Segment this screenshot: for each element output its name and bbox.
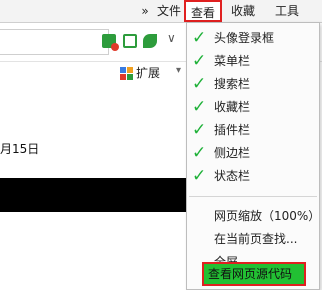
extensions-icon [120, 66, 134, 81]
check-icon: ✓ [192, 74, 207, 94]
menu-item-searchbar[interactable]: ✓ 搜索栏 [187, 73, 319, 95]
chevron-down-icon[interactable]: ∨ [167, 31, 176, 45]
page-banner [0, 178, 194, 212]
menu-item-label: 菜单栏 [214, 54, 251, 68]
menu-item-label: 状态栏 [214, 169, 251, 183]
menu-item-zoom[interactable]: 网页缩放（100%） [187, 205, 321, 227]
page-date-text: 月15日 [0, 142, 40, 156]
menu-bar: » 文件 查看 收藏 工具 [0, 0, 322, 23]
menu-divider [189, 196, 317, 197]
menu-item-view-source[interactable]: 查看网页源代码 [202, 262, 306, 286]
menu-tools[interactable]: 工具 [272, 0, 302, 22]
menu-file[interactable]: 文件 [156, 0, 182, 22]
extensions-button[interactable]: 扩展 [120, 62, 160, 84]
menu-item-menubar[interactable]: ✓ 菜单栏 [187, 50, 319, 72]
menu-item-label: 在当前页查找... [214, 232, 298, 246]
menu-item-find-in-page[interactable]: 在当前页查找... [187, 228, 319, 250]
menu-item-label: 搜索栏 [214, 77, 251, 91]
extensions-dropdown-icon[interactable]: ▾ [176, 65, 181, 76]
menu-item-plugin-bar[interactable]: ✓ 插件栏 [187, 119, 319, 141]
check-icon: ✓ [192, 28, 207, 48]
menu-item-label: 插件栏 [214, 123, 251, 137]
check-icon: ✓ [192, 51, 207, 71]
reader-mode-icon[interactable] [102, 34, 119, 51]
menu-item-label: 网页缩放（100%） [214, 209, 321, 223]
menu-item-sidebar[interactable]: ✓ 侧边栏 [187, 142, 319, 164]
menu-item-label: 头像登录框 [214, 31, 275, 45]
address-bar[interactable] [0, 29, 109, 55]
share-icon[interactable] [123, 34, 137, 48]
menu-item-favorites-bar[interactable]: ✓ 收藏栏 [187, 96, 319, 118]
extensions-label: 扩展 [136, 66, 161, 80]
check-icon: ✓ [192, 166, 207, 186]
menu-item-label: 侧边栏 [214, 146, 251, 160]
leaf-icon[interactable] [143, 34, 157, 48]
menu-item-avatar-login[interactable]: ✓ 头像登录框 [187, 27, 319, 49]
check-icon: ✓ [192, 143, 207, 163]
menu-item-label: 收藏栏 [214, 100, 251, 114]
check-icon: ✓ [192, 120, 207, 140]
menu-item-statusbar[interactable]: ✓ 状态栏 [187, 165, 319, 187]
view-dropdown-menu: ✓ 头像登录框 ✓ 菜单栏 ✓ 搜索栏 ✓ 收藏栏 ✓ 插件栏 ✓ 侧边栏 ✓ … [186, 22, 320, 290]
menu-view[interactable]: 查看 [184, 0, 222, 22]
more-chevron-icon[interactable]: » [138, 0, 152, 22]
menu-item-label: 查看网页源代码 [208, 267, 293, 281]
check-icon: ✓ [192, 97, 207, 117]
menu-favorites[interactable]: 收藏 [228, 0, 258, 22]
